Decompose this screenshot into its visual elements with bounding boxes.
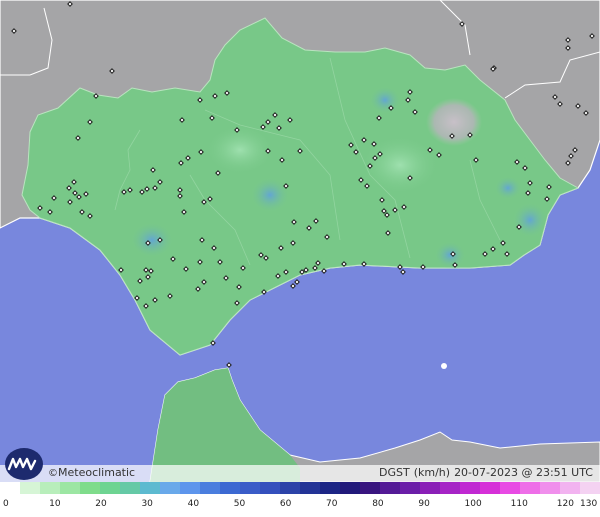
legend-swatch — [380, 482, 401, 494]
variable-name: DGST — [379, 466, 410, 479]
gust-patch — [205, 125, 275, 175]
gust-patch — [512, 202, 548, 238]
gust-patch — [250, 177, 290, 213]
weather-map-view: ©Meteoclimatic DGST (km/h) 20-07-2023 @ 23… — [0, 0, 600, 517]
legend-swatch — [560, 482, 581, 494]
legend-tick-label: 70 — [326, 499, 338, 509]
legend-swatch — [80, 482, 101, 494]
legend-swatch — [300, 482, 321, 494]
legend-swatch — [180, 482, 201, 494]
legend-tick-label: 40 — [187, 499, 200, 509]
legend-tick-label: 30 — [141, 499, 153, 509]
legend-swatch — [360, 482, 381, 494]
legend-swatch — [220, 482, 241, 494]
legend-swatch — [160, 482, 181, 494]
legend-swatch — [100, 482, 121, 494]
legend-swatch — [520, 482, 541, 494]
legend-tick-label: 130 — [580, 499, 598, 509]
legend-swatch — [280, 482, 301, 494]
legend-tick-label: 120 — [556, 499, 574, 509]
legend-tick-label: 110 — [510, 499, 528, 509]
copyright-symbol: © — [48, 468, 58, 479]
legend-swatch — [440, 482, 461, 494]
legend-swatch — [480, 482, 501, 494]
legend-tick-label: 0 — [3, 499, 9, 509]
legend-swatch — [40, 482, 61, 494]
legend-tick-label: 50 — [233, 499, 246, 509]
legend-swatch — [260, 482, 281, 494]
wind-gust-map — [0, 0, 600, 482]
map-datetime: 20-07-2023 @ 23:51 UTC — [454, 466, 593, 479]
brand-attribution: ©Meteoclimatic — [48, 466, 135, 479]
legend-swatch — [0, 482, 21, 494]
legend-swatch — [240, 482, 261, 494]
legend-swatch — [580, 482, 600, 494]
variable-unit: (km/h) — [413, 466, 451, 479]
legend-swatch — [400, 482, 421, 494]
legend-tick-label: 100 — [464, 499, 482, 509]
gust-patch — [494, 176, 522, 200]
legend-swatch — [320, 482, 341, 494]
legend-labels: 0 10 20 30 40 50 60 70 80 90 100 110 120 130 — [0, 499, 600, 513]
legend-swatch — [340, 482, 361, 494]
gust-patch-high — [426, 98, 482, 146]
gust-patch — [434, 241, 466, 269]
legend-swatch — [120, 482, 141, 494]
legend-tick-label: 90 — [418, 499, 430, 509]
legend-tick-label: 80 — [372, 499, 384, 509]
alboran-island — [441, 363, 447, 369]
map-metadata: DGST (km/h) 20-07-2023 @ 23:51 UTC — [375, 466, 593, 479]
legend-swatch — [500, 482, 521, 494]
legend-tick-label: 20 — [95, 499, 107, 509]
legend-swatch — [460, 482, 481, 494]
legend-swatch — [200, 482, 221, 494]
legend-tick-label: 60 — [279, 499, 292, 509]
gust-patch — [130, 222, 174, 258]
legend-swatch — [540, 482, 561, 494]
legend-swatch — [20, 482, 41, 494]
legend-swatch — [420, 482, 441, 494]
legend-swatch — [60, 482, 81, 494]
brand-name: Meteoclimatic — [58, 466, 136, 479]
map-info-bar: ©Meteoclimatic DGST (km/h) 20-07-2023 @ 23… — [0, 465, 600, 482]
gust-patch — [369, 86, 401, 114]
legend-swatch — [140, 482, 161, 494]
color-scale-legend: 0 10 20 30 40 50 60 70 80 90 100 110 120 130 — [0, 482, 600, 517]
legend-tick-label: 10 — [49, 499, 61, 509]
meteoclimatic-wave-logo-icon[interactable] — [4, 447, 44, 481]
legend-color-bar — [0, 482, 600, 494]
